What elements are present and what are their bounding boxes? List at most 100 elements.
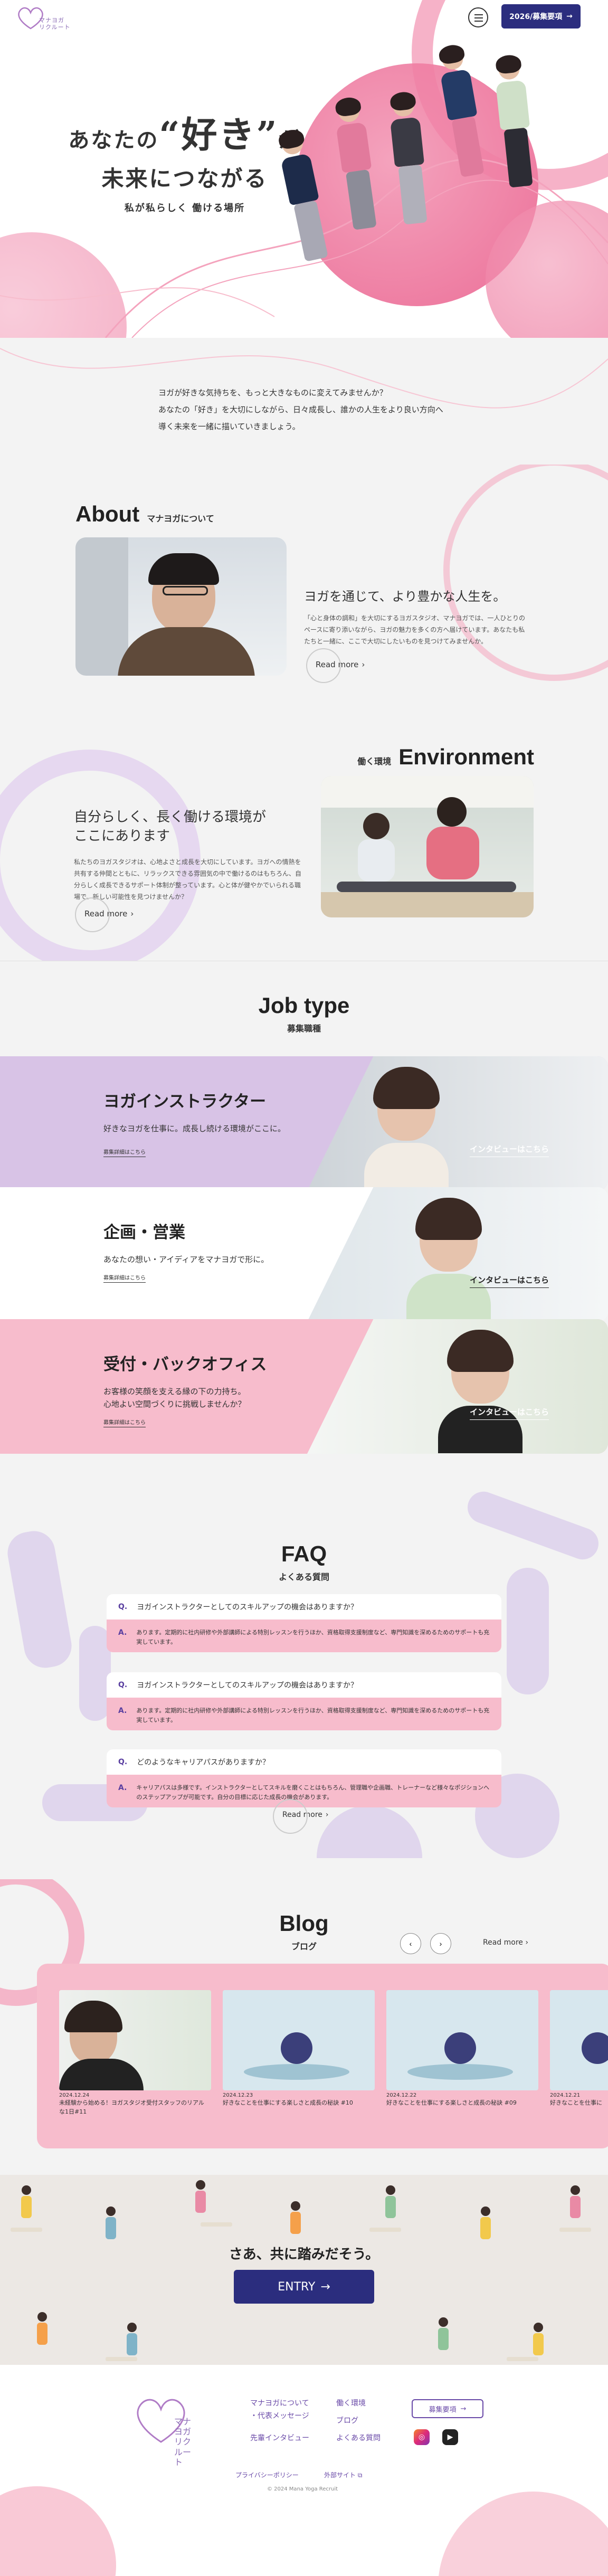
footer-pink-blob [0, 2486, 116, 2576]
job-detail-link[interactable]: 募集詳細はこちら [103, 1273, 146, 1283]
job-photo [307, 1056, 608, 1191]
faq-question[interactable]: Q. ヨガインストラクターとしてのスキルアップの機会はありますか？ [107, 1594, 501, 1620]
footer-link-environment[interactable]: 働く環境 [336, 2398, 366, 2408]
blog-title: Blog [279, 1911, 329, 1936]
footer-logo-line1: マナヨガ [174, 2417, 192, 2437]
yogi-figure [285, 2201, 306, 2238]
job-detail-link[interactable]: 募集詳細はこちら [103, 1148, 146, 1157]
blog-card[interactable]: 2024.12.24 未経験から始める！ヨガスタジオ受付スタッフのリアル な1日#… [59, 1990, 211, 2116]
footer-logo[interactable]: マナヨガ リクルート [132, 2397, 195, 2467]
about-title: About [75, 501, 140, 526]
faq-item[interactable]: Q. ヨガインストラクターとしてのスキルアップの機会はありますか？ A. あります。… [107, 1672, 501, 1730]
yogi-figure [190, 2180, 211, 2217]
job-interview-link[interactable]: インタビューはこちら [470, 1143, 549, 1157]
env-subtitle: 働く環境 [357, 756, 392, 766]
about-headline: ヨガを通じて、より豊かな人生を。 [304, 589, 506, 604]
hero-subcopy: 私が私らしく 働ける場所 [124, 203, 245, 214]
env-headline-line2: ここにあります [74, 828, 170, 844]
faq-question-text: どのようなキャリアパスがありますか？ [137, 1758, 270, 1767]
footer-link-interview[interactable]: 先輩インタビュー [250, 2432, 309, 2443]
blog-thumbnail [59, 1990, 211, 2090]
job-desc: 好きなヨガを仕事に。成長し続ける環境がここに。 [103, 1122, 286, 1135]
read-more-circle [75, 897, 110, 932]
env-read-more[interactable]: Read more › [75, 897, 134, 932]
yogi-figure [475, 2206, 496, 2243]
footer-link-about[interactable]: マナヨガについて [250, 2398, 309, 2408]
job-desc-line: 好きなヨガを仕事に。成長し続ける環境がここに。 [103, 1124, 286, 1133]
external-link-icon: ⧉ [357, 2471, 363, 2479]
about-read-more[interactable]: Read more › [306, 648, 365, 683]
job-detail-link[interactable]: 募集詳細はこちら [103, 1418, 146, 1427]
blog-date: 2024.12.21 [550, 2092, 581, 2098]
yogi-figure [565, 2185, 586, 2222]
faq-question[interactable]: Q. ヨガインストラクターとしてのスキルアップの機会はありますか？ [107, 1672, 501, 1698]
blog-card[interactable]: 2024.12.22 好きなことを仕事にする楽しさと成長の秘訣 #09 [386, 1990, 538, 2107]
footer-external-link[interactable]: 外部サイト ⧉ [324, 2470, 362, 2479]
faq-heading: FAQ よくある質問 [0, 1541, 608, 1583]
footer-link-blog[interactable]: ブログ [336, 2415, 358, 2426]
footer-logo-line2: リクルート [174, 2437, 192, 2467]
job-person [364, 1067, 449, 1190]
chevron-right-icon: › [525, 1938, 528, 1947]
blog-thumb-yogi [281, 2032, 312, 2064]
about-body: 「心と身体の調和」を大切にするヨガスタジオ、マナヨガでは、一人ひとりのペースに寄… [304, 614, 526, 645]
job-card-sales[interactable]: 企画・営業 あなたの想い・アイディアをマナヨガで形に。 募集詳細はこちら インタ… [0, 1187, 608, 1322]
about-subtitle: マナヨガについて [147, 514, 214, 524]
faq-item[interactable]: Q. どのようなキャリアパスがありますか？ A. キャリアパスは多様です。インストラ… [107, 1749, 501, 1807]
footer-recruit-button[interactable]: 募集要項 → [412, 2399, 483, 2418]
blog-card[interactable]: 2024.12.21 好きなことを仕事に [550, 1990, 608, 2107]
entry-button[interactable]: ENTRY → [234, 2270, 374, 2304]
blog-thumbnail [550, 1990, 608, 2090]
header-logo[interactable]: マナヨガ リクルート [16, 6, 74, 38]
faq-question[interactable]: Q. どのようなキャリアパスがありますか？ [107, 1749, 501, 1775]
job-interview-link[interactable]: インタビューはこちら [470, 1406, 549, 1420]
blog-thumb-water [244, 2064, 349, 2080]
job-card-instructor[interactable]: ヨガインストラクター 好きなヨガを仕事に。成長し続ける環境がここに。 募集詳細は… [0, 1056, 608, 1191]
chevron-right-icon: › [439, 1939, 442, 1948]
job-interview-link[interactable]: インタビューはこちら [470, 1274, 549, 1288]
job-desc: あなたの想い・アイディアをマナヨガで形に。 [103, 1253, 269, 1266]
job-desc-line: あなたの想い・アイディアをマナヨガで形に。 [103, 1255, 269, 1264]
blog-thumbnail [223, 1990, 375, 2090]
blog-date: 2024.12.23 [223, 2092, 253, 2098]
job-desc-line: 心地よい空間づくりに挑戦しませんか？ [103, 1399, 246, 1409]
question-mark: Q. [118, 1758, 128, 1766]
blog-card[interactable]: 2024.12.23 好きなことを仕事にする楽しさと成長の秘訣 #10 [223, 1990, 375, 2107]
blog-next-button[interactable]: › [430, 1933, 451, 1954]
read-more-circle [273, 1799, 308, 1834]
faq-question-text: ヨガインストラクターとしてのスキルアップの機会はありますか？ [137, 1603, 358, 1612]
hamburger-menu-button[interactable] [468, 7, 488, 27]
question-mark: Q. [118, 1603, 128, 1611]
intro-line: あなたの「好き」を大切にしながら、日々成長し、誰かの人生をより良い方向へ [158, 405, 443, 414]
faq-section: FAQ よくある質問 Q. ヨガインストラクターとしてのスキルアップの機会はありま… [0, 1489, 608, 1879]
chevron-right-icon: › [130, 909, 134, 918]
instagram-icon[interactable]: ◎ [414, 2429, 430, 2445]
faq-read-more[interactable]: Read more › [273, 1799, 329, 1834]
footer-logo-text: マナヨガ リクルート [174, 2417, 195, 2467]
blog-thumb-yogi [444, 2032, 476, 2064]
blog-thumb-hair [64, 2001, 122, 2032]
job-type-section: Job type 募集職種 ヨガインストラクター 好きなヨガを仕事に。成長し続け… [0, 961, 608, 1489]
about-photo [75, 537, 287, 676]
blog-prev-button[interactable]: ‹ [400, 1933, 421, 1954]
jobs-subtitle: 募集職種 [287, 1024, 321, 1034]
header-recruit-label: 2026/募集要項 [509, 13, 563, 21]
blog-thumb-water [407, 2064, 513, 2080]
footer-link-message[interactable]: ・代表メッセージ [250, 2410, 309, 2421]
yogi-figure [528, 2323, 549, 2360]
job-person [406, 1198, 491, 1321]
job-card-reception[interactable]: 受付・バックオフィス お客様の笑顔を支える縁の下の力持ち。 心地よい空間づくりに挑… [0, 1319, 608, 1454]
faq-answer-text: キャリアパスは多様です。インストラクターとしてスキルを磨くことはもちろん、管理職… [136, 1784, 490, 1801]
header-recruit-button[interactable]: 2026/募集要項 → [501, 4, 581, 29]
faq-item[interactable]: Q. ヨガインストラクターとしてのスキルアップの機会はありますか？ A. あります。… [107, 1594, 501, 1652]
yoga-mat [369, 2228, 401, 2232]
youtube-icon[interactable]: ▶ [442, 2429, 458, 2445]
logo-text: マナヨガ リクルート [39, 17, 71, 31]
hero-catch-line1: あなたの“好き”が [63, 106, 306, 158]
chevron-left-icon: ‹ [409, 1939, 412, 1948]
footer-link-faq[interactable]: よくある質問 [336, 2432, 381, 2443]
question-mark: Q. [118, 1681, 128, 1689]
blog-read-more[interactable]: Read more › [483, 1938, 528, 1947]
footer-privacy-link[interactable]: プライバシーポリシー [235, 2470, 299, 2479]
jobs-heading: Job type 募集職種 [0, 993, 608, 1034]
